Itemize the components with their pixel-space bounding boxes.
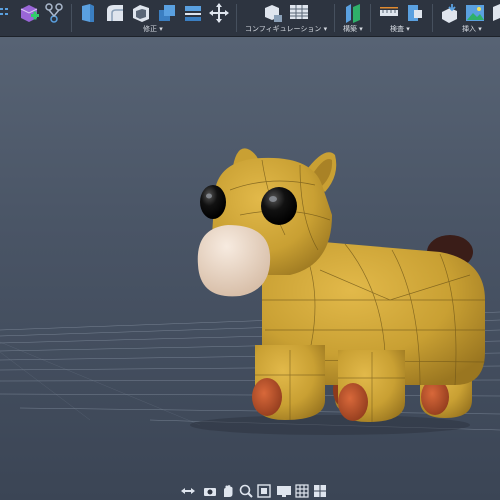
pan-icon[interactable] — [220, 483, 236, 499]
toolbar-separator — [370, 4, 371, 32]
eye-highlight — [206, 193, 212, 199]
press-pull-icon[interactable] — [78, 2, 100, 24]
ground-shadow — [190, 415, 470, 435]
offset-plane-icon[interactable] — [342, 2, 364, 24]
construct-group-label[interactable]: 構築 ▾ — [343, 24, 363, 34]
navigation-bar — [178, 483, 328, 499]
fillet-icon[interactable] — [104, 2, 126, 24]
toolbar-separator — [236, 4, 237, 32]
display-settings-icon[interactable] — [276, 483, 292, 499]
inspect-group-label[interactable]: 検査 ▾ — [390, 24, 410, 34]
horse-muzzle — [197, 225, 271, 297]
toolbar-separator — [71, 4, 72, 32]
grid-settings-icon[interactable] — [294, 483, 310, 499]
combine-icon[interactable] — [156, 2, 178, 24]
grid-icon[interactable] — [0, 2, 10, 22]
horse-eye-right — [261, 187, 297, 225]
toolbar-separator — [334, 4, 335, 32]
insert-group-label[interactable]: 挿入 ▾ — [462, 24, 482, 34]
horse-hoof-front-left — [252, 378, 282, 416]
config-component-icon[interactable] — [262, 2, 284, 24]
shell-icon[interactable] — [130, 2, 152, 24]
zoom-icon[interactable] — [238, 483, 254, 499]
orbit-icon[interactable] — [180, 483, 196, 499]
modify-group-label[interactable]: 修正 ▾ — [143, 24, 163, 34]
insert-image-icon[interactable] — [464, 2, 486, 24]
measure-icon[interactable] — [378, 2, 400, 24]
toolbar: 修正 ▾ コンフィギュレーション ▾ 構築 ▾ 検査 ▾ 挿入 ▾ — [0, 0, 500, 37]
canvas-viewport[interactable] — [0, 37, 500, 480]
create-form-icon[interactable] — [18, 2, 40, 24]
viewports-icon[interactable] — [312, 483, 328, 499]
eye-highlight — [269, 196, 277, 202]
config-table-icon[interactable] — [288, 2, 310, 24]
horse-model[interactable] — [197, 148, 486, 422]
horse-hoof-front-right — [338, 383, 368, 421]
align-icon[interactable] — [182, 2, 204, 24]
fit-icon[interactable] — [256, 483, 272, 499]
insert-more-icon[interactable] — [490, 2, 500, 24]
move-icon[interactable] — [208, 2, 230, 24]
section-analysis-icon[interactable] — [404, 2, 426, 24]
horse-eye-left — [200, 185, 226, 219]
look-at-icon[interactable] — [202, 483, 218, 499]
insert-derive-icon[interactable] — [438, 2, 460, 24]
toolbar-separator — [432, 4, 433, 32]
branch-icon[interactable] — [44, 2, 64, 24]
configure-group-label[interactable]: コンフィギュレーション ▾ — [245, 24, 327, 34]
